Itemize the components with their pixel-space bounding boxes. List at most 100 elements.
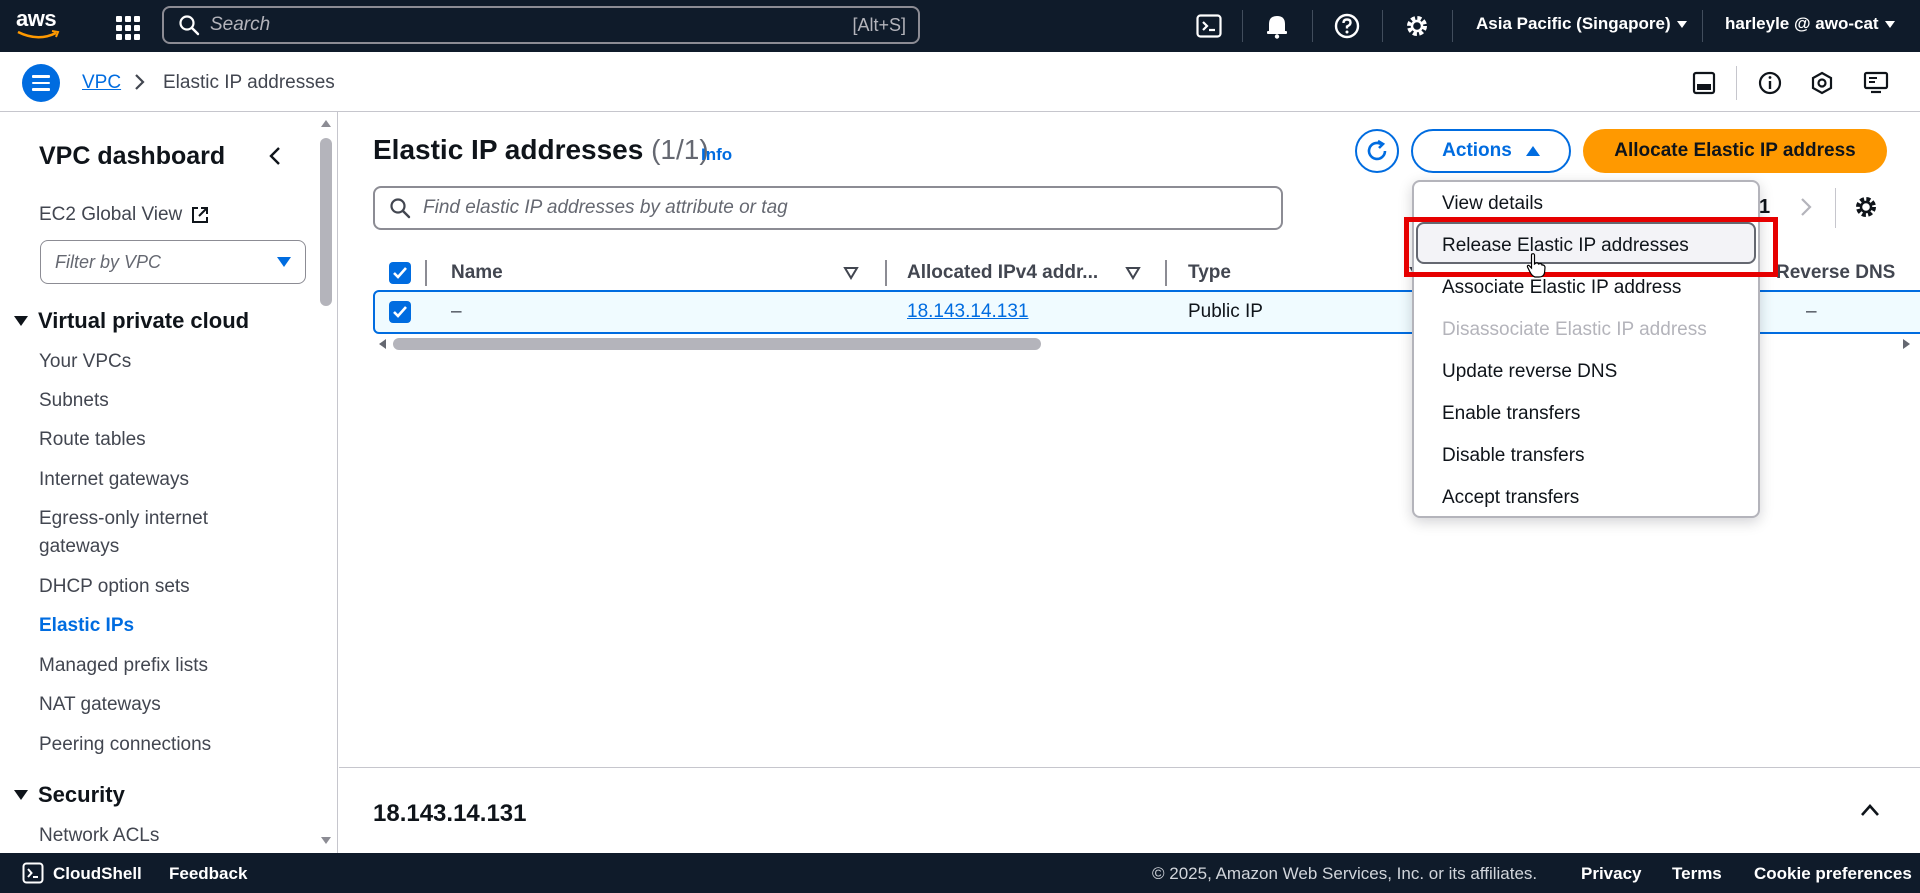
cell-allocated-ip-link[interactable]: 18.143.14.131 bbox=[907, 292, 1029, 332]
annotation-highlight-box bbox=[1404, 217, 1778, 277]
cloudshell-icon[interactable] bbox=[22, 862, 44, 884]
footer-feedback-link[interactable]: Feedback bbox=[169, 864, 247, 884]
footer-privacy-link[interactable]: Privacy bbox=[1581, 864, 1642, 884]
actions-button[interactable]: Actions bbox=[1411, 129, 1571, 173]
search-icon bbox=[179, 15, 200, 36]
breadcrumb-vpc-link[interactable]: VPC bbox=[82, 72, 121, 94]
caret-down-icon bbox=[14, 316, 28, 326]
split-panel: 18.143.14.131 bbox=[339, 767, 1920, 853]
footer-cloudshell-link[interactable]: CloudShell bbox=[53, 864, 142, 884]
sidebar-item-subnets[interactable]: Subnets bbox=[39, 387, 279, 415]
breadcrumb-current: Elastic IP addresses bbox=[163, 72, 335, 93]
pagination-page-number[interactable]: 1 bbox=[1759, 196, 1770, 219]
column-header-allocated-ipv4[interactable]: Allocated IPv4 addr... bbox=[907, 252, 1098, 294]
ec2-global-view-label: EC2 Global View bbox=[39, 204, 183, 225]
sidebar-item-elastic-ips[interactable]: Elastic IPs bbox=[39, 612, 279, 640]
sidebar-item-egress-only-internet-gateways[interactable]: Egress-only internet gateways bbox=[39, 505, 279, 561]
chevron-left-icon[interactable] bbox=[265, 144, 285, 168]
info-panel-icon[interactable] bbox=[1756, 69, 1784, 97]
page-title-text: Elastic IP addresses bbox=[373, 134, 644, 165]
sidebar-item-managed-prefix-lists[interactable]: Managed prefix lists bbox=[39, 652, 279, 680]
split-panel-title: 18.143.14.131 bbox=[373, 800, 527, 827]
help-icon[interactable] bbox=[1332, 11, 1362, 41]
sidebar-item-dhcp-option-sets[interactable]: DHCP option sets bbox=[39, 573, 279, 601]
search-placeholder: Search bbox=[210, 14, 271, 35]
menu-item-disable-transfers[interactable]: Disable transfers bbox=[1442, 444, 1585, 468]
aws-logo[interactable]: aws bbox=[16, 8, 72, 44]
menu-item-associate-elastic-ip[interactable]: Associate Elastic IP address bbox=[1442, 276, 1681, 300]
info-link[interactable]: Info bbox=[701, 145, 732, 165]
section-security[interactable]: Security bbox=[14, 782, 125, 808]
caret-down-icon bbox=[1884, 20, 1895, 28]
gear-icon[interactable] bbox=[1402, 11, 1432, 41]
sidebar-item-network-acls[interactable]: Network ACLs bbox=[39, 822, 279, 850]
footer-bar: CloudShell Feedback © 2025, Amazon Web S… bbox=[0, 853, 1920, 893]
footer-terms-link[interactable]: Terms bbox=[1672, 864, 1722, 884]
bell-icon[interactable] bbox=[1262, 11, 1292, 41]
cloudshell-icon[interactable] bbox=[1194, 11, 1224, 41]
sidebar-scrollbar[interactable] bbox=[318, 112, 334, 853]
cell-type: Public IP bbox=[1188, 301, 1263, 322]
menu-item-view-details[interactable]: View details bbox=[1442, 192, 1543, 216]
chevron-up-icon[interactable] bbox=[1859, 802, 1881, 818]
hexagon-icon[interactable] bbox=[1808, 69, 1836, 97]
account-menu[interactable]: harleyle @ awo-cat bbox=[1725, 14, 1895, 34]
menu-item-enable-transfers[interactable]: Enable transfers bbox=[1442, 402, 1580, 426]
sidebar: VPC dashboard EC2 Global View Filter by … bbox=[0, 112, 338, 853]
aws-logo-text: aws bbox=[16, 6, 57, 31]
hand-pointer-icon bbox=[1526, 253, 1546, 278]
top-navigation-bar: aws Search [Alt+S] Asia Pacific (Singapo… bbox=[0, 0, 1920, 52]
allocate-elastic-ip-button[interactable]: Allocate Elastic IP address bbox=[1583, 129, 1887, 173]
menu-item-update-reverse-dns[interactable]: Update reverse DNS bbox=[1442, 360, 1617, 384]
account-label: harleyle @ awo-cat bbox=[1725, 14, 1879, 33]
footer-copyright: © 2025, Amazon Web Services, Inc. or its… bbox=[1152, 864, 1538, 883]
chevron-right-icon[interactable] bbox=[1799, 196, 1813, 218]
refresh-button[interactable] bbox=[1355, 129, 1399, 173]
column-header-reverse-dns[interactable]: Reverse DNS bbox=[1776, 252, 1895, 294]
find-placeholder: Find elastic IP addresses by attribute o… bbox=[423, 197, 788, 218]
find-elastic-ip-input[interactable]: Find elastic IP addresses by attribute o… bbox=[373, 186, 1283, 230]
page-title: Elastic IP addresses (1/1) bbox=[373, 134, 709, 166]
select-all-checkbox[interactable] bbox=[389, 252, 411, 294]
footer-cookie-preferences-link[interactable]: Cookie preferences bbox=[1754, 864, 1912, 884]
global-search-input[interactable]: Search [Alt+S] bbox=[162, 6, 920, 44]
cell-name: – bbox=[451, 301, 462, 322]
section-virtual-private-cloud[interactable]: Virtual private cloud bbox=[14, 308, 249, 334]
search-shortcut: [Alt+S] bbox=[852, 14, 906, 35]
ec2-global-view-link[interactable]: EC2 Global View bbox=[39, 204, 210, 226]
menu-item-disassociate-elastic-ip: Disassociate Elastic IP address bbox=[1442, 319, 1707, 340]
feedback-monitor-icon[interactable] bbox=[1862, 69, 1890, 97]
sort-icon[interactable] bbox=[1125, 265, 1141, 281]
column-header-name[interactable]: Name bbox=[451, 252, 503, 294]
region-selector[interactable]: Asia Pacific (Singapore) bbox=[1476, 14, 1687, 34]
caret-up-icon bbox=[1525, 146, 1540, 156]
gear-icon[interactable] bbox=[1853, 194, 1879, 220]
split-panel-icon[interactable] bbox=[1690, 69, 1718, 97]
sidebar-item-peering-connections[interactable]: Peering connections bbox=[39, 731, 279, 759]
apps-grid-icon[interactable] bbox=[112, 12, 140, 40]
sidebar-item-internet-gateways[interactable]: Internet gateways bbox=[39, 466, 279, 494]
sidebar-title[interactable]: VPC dashboard bbox=[39, 142, 225, 171]
caret-down-icon bbox=[1676, 20, 1687, 28]
refresh-icon bbox=[1367, 139, 1387, 161]
vpc-filter-select[interactable]: Filter by VPC bbox=[40, 240, 306, 284]
external-link-icon bbox=[192, 207, 209, 223]
sidebar-item-your-vpcs[interactable]: Your VPCs bbox=[39, 348, 279, 376]
hamburger-icon[interactable] bbox=[22, 64, 60, 102]
vpc-filter-placeholder: Filter by VPC bbox=[55, 251, 162, 272]
sidebar-item-route-tables[interactable]: Route tables bbox=[39, 426, 279, 454]
caret-down-icon bbox=[14, 790, 28, 800]
cell-reverse-dns: – bbox=[1806, 301, 1817, 322]
column-header-type[interactable]: Type bbox=[1188, 252, 1231, 294]
aws-smile-icon bbox=[17, 30, 60, 39]
menu-item-accept-transfers[interactable]: Accept transfers bbox=[1442, 486, 1579, 510]
caret-down-icon bbox=[277, 257, 291, 267]
section-heading: Security bbox=[38, 782, 125, 807]
search-icon bbox=[390, 198, 411, 219]
actions-label: Actions bbox=[1442, 140, 1512, 161]
chevron-right-icon bbox=[135, 74, 145, 90]
row-checkbox[interactable] bbox=[389, 292, 411, 332]
sidebar-item-nat-gateways[interactable]: NAT gateways bbox=[39, 691, 279, 719]
region-label: Asia Pacific (Singapore) bbox=[1476, 14, 1671, 33]
sort-icon[interactable] bbox=[843, 265, 859, 281]
